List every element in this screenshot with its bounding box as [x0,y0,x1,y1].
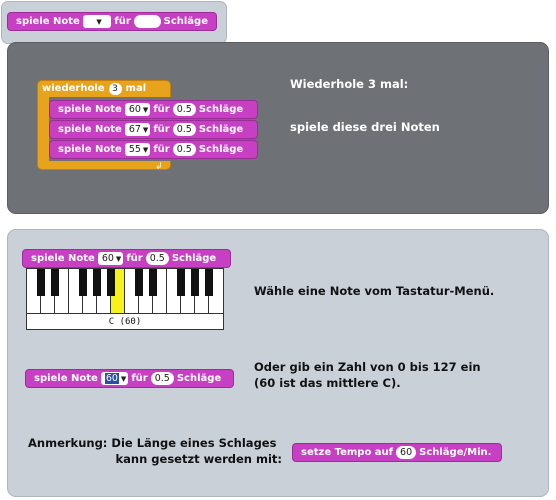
note-value: 67 [128,124,141,135]
block-text: spiele Note [58,144,122,155]
dropdown-arrow-icon: ▼ [142,105,149,114]
beats-input[interactable] [133,15,161,28]
repeat-block-header: wiederhole 3 mal [38,81,146,96]
dropdown-arrow-icon: ▼ [115,254,122,263]
dropdown-arrow-icon: ▼ [142,125,149,134]
beats-input[interactable]: 0.5 [172,103,196,116]
tempo-caption-line2: kann gesetzt werden mit: [115,452,283,466]
beats-input[interactable]: 0.5 [150,372,174,385]
block-text: Schläge [171,253,217,264]
keyboard-caption: Wähle eine Note vom Tastatur-Menü. [254,284,495,298]
black-key[interactable] [51,269,59,296]
black-key[interactable] [149,269,157,296]
number-caption-line1: Oder gib ein Zahl von 0 bis 127 ein [254,360,481,374]
block-text: Schläge/Min. [419,447,492,458]
black-key[interactable] [93,269,101,296]
block-text: Schläge [163,16,208,27]
note-dropdown[interactable]: 55 ▼ [124,143,151,156]
block-text: für [153,144,170,155]
note-dropdown[interactable]: 60 ▼ [97,252,124,265]
note-value: 60 [128,104,141,115]
play-note-block[interactable]: spiele Note 60 ▼ für 0.5 Schläge [49,100,258,119]
repeat-count-input[interactable]: 3 [108,82,122,95]
beats-input[interactable]: 0.5 [172,123,196,136]
note-dropdown[interactable]: 60 ▼ [124,103,151,116]
repeat-caption-line1: Wiederhole 3 mal: [290,77,409,91]
play-note-block[interactable]: spiele Note 67 ▼ für 0.5 Schläge [49,120,258,139]
tempo-caption-line1: Anmerkung: Die Länge eines Schlages [28,436,277,450]
block-text: Schläge [198,124,244,135]
play-note-block[interactable]: spiele Note 60 ▼ für 0.5 Schläge [25,369,234,388]
selected-note-name: C (60) [27,313,223,330]
block-text: Schläge [198,104,244,115]
note-value: 55 [128,144,141,155]
block-text: für [153,124,170,135]
beats-input[interactable]: 0.5 [172,143,196,156]
block-text: Schläge [198,144,244,155]
black-key[interactable] [177,269,185,296]
play-note-block[interactable]: spiele Note 55 ▼ für 0.5 Schläge [49,140,258,159]
black-key[interactable] [191,269,199,296]
black-key[interactable] [135,269,143,296]
repeat-suffix: mal [125,83,147,94]
block-text: spiele Note [16,16,80,27]
black-key[interactable] [107,269,115,296]
note-value: 60 [101,253,114,264]
block-text: für [131,373,148,384]
block-text: spiele Note [31,253,95,264]
block-text: Schläge [176,373,222,384]
block-text: setze Tempo auf [301,447,394,458]
note-value-selected[interactable]: 60 [104,373,119,384]
repeat-label: wiederhole [42,83,105,94]
block-text: für [126,253,143,264]
note-dropdown[interactable]: ▼ [82,15,112,28]
dropdown-arrow-icon: ▼ [142,145,149,154]
dropdown-arrow-icon: ▼ [120,374,127,383]
play-note-block-template[interactable]: spiele Note ▼ für Schläge [7,12,217,31]
number-caption-line2: (60 ist das mittlere C). [254,376,401,390]
black-key[interactable] [37,269,45,296]
set-tempo-block[interactable]: setze Tempo auf 60 Schläge/Min. [292,443,502,462]
beats-input[interactable]: 0.5 [145,252,169,265]
note-dropdown[interactable]: 60 ▼ [100,372,129,385]
loop-arrow-icon: ↲ [155,162,163,172]
black-key[interactable] [205,269,213,296]
block-text: für [114,16,131,27]
piano-keyboard-menu[interactable]: C (60) [26,268,224,330]
tempo-input[interactable]: 60 [396,446,417,459]
repeat-caption-line2: spiele diese drei Noten [290,120,440,134]
block-text: spiele Note [58,124,122,135]
black-key[interactable] [79,269,87,296]
play-note-block[interactable]: spiele Note 60 ▼ für 0.5 Schläge [22,249,231,268]
block-text: spiele Note [34,373,98,384]
block-text: spiele Note [58,104,122,115]
note-dropdown[interactable]: 67 ▼ [124,123,151,136]
block-text: für [153,104,170,115]
dropdown-arrow-icon: ▼ [96,17,102,26]
